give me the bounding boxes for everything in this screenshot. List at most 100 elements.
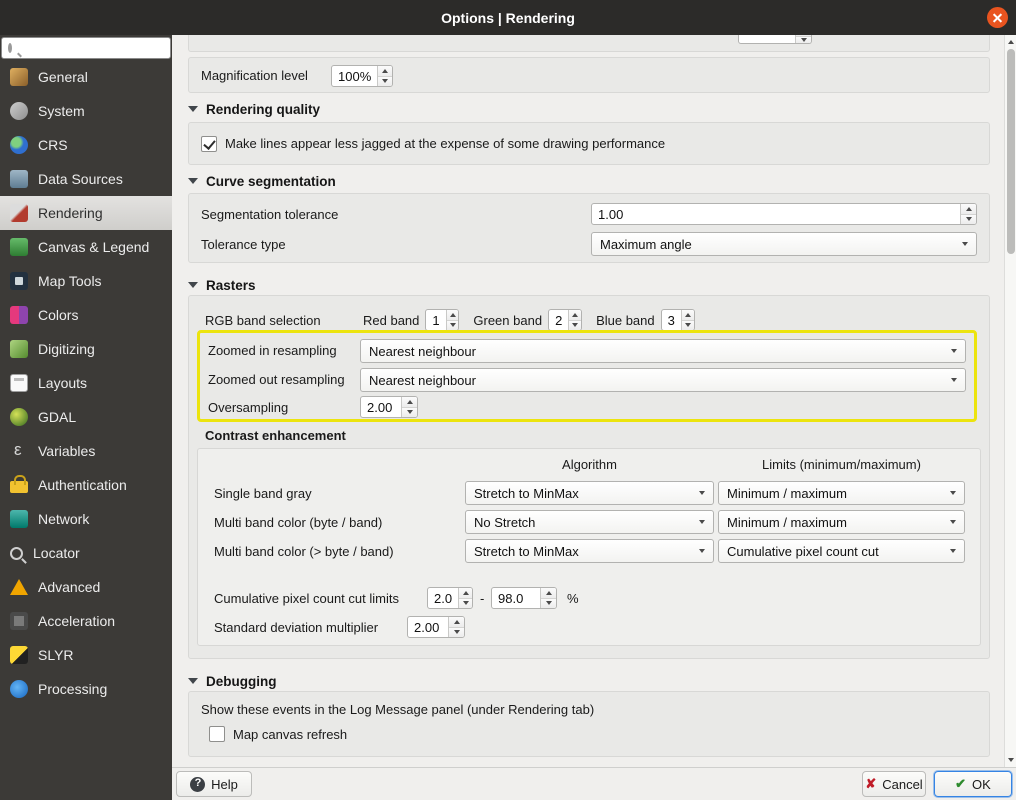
sidebar-item-processing[interactable]: Processing xyxy=(0,672,172,706)
settings-search-input[interactable] xyxy=(12,39,175,57)
scroll-down-icon[interactable] xyxy=(1005,754,1016,766)
chevron-down-icon xyxy=(691,491,713,495)
settings-search-box[interactable] xyxy=(1,37,175,59)
scrollbar-thumb[interactable] xyxy=(1007,49,1015,254)
sidebar-item-gdal[interactable]: GDAL xyxy=(0,400,172,434)
database-icon xyxy=(10,170,28,188)
scrolled-off-spinbox[interactable] xyxy=(738,35,812,44)
zoomed-out-resampling-dropdown[interactable]: Nearest neighbour xyxy=(360,368,966,392)
spin-down-icon[interactable] xyxy=(378,76,392,86)
spin-up-icon[interactable] xyxy=(446,310,459,321)
cumulative-max-spinbox[interactable]: 98.0 xyxy=(491,587,557,609)
gears-icon xyxy=(10,102,28,120)
paintbrush-icon xyxy=(10,204,28,222)
spinner-buttons[interactable] xyxy=(568,310,582,330)
sidebar-item-locator[interactable]: Locator xyxy=(0,536,172,570)
sidebar-item-system[interactable]: System xyxy=(0,94,172,128)
antialias-checkbox[interactable] xyxy=(201,135,217,152)
digitizing-icon xyxy=(10,340,28,358)
scroll-up-icon[interactable] xyxy=(1005,36,1016,48)
sidebar-item-map-tools[interactable]: Map Tools xyxy=(0,264,172,298)
map-canvas-refresh-checkbox[interactable] xyxy=(209,726,225,742)
collapse-arrow-icon[interactable] xyxy=(188,282,198,288)
section-debugging[interactable]: Debugging xyxy=(188,673,277,689)
vertical-scrollbar[interactable] xyxy=(1004,35,1016,767)
spin-up-icon[interactable] xyxy=(541,588,556,599)
window-titlebar[interactable]: Options | Rendering xyxy=(0,0,1016,35)
sidebar-item-general[interactable]: General xyxy=(0,60,172,94)
sidebar-item-advanced[interactable]: Advanced xyxy=(0,570,172,604)
sidebar-item-slyr[interactable]: SLYR xyxy=(0,638,172,672)
multi-band-byte-limits-dropdown[interactable]: Minimum / maximum xyxy=(718,510,965,534)
spin-down-icon[interactable] xyxy=(459,598,472,608)
lock-icon xyxy=(10,475,28,493)
spin-down-icon[interactable] xyxy=(449,627,464,637)
red-band-spinbox[interactable]: 1 xyxy=(425,309,460,331)
tolerance-type-dropdown[interactable]: Maximum angle xyxy=(591,232,977,256)
spin-up-icon[interactable] xyxy=(402,397,417,408)
oversampling-spinbox[interactable]: 2.00 xyxy=(360,396,418,418)
stddev-multiplier-spinbox[interactable]: 2.00 xyxy=(407,616,465,638)
single-band-gray-limits-dropdown[interactable]: Minimum / maximum xyxy=(718,481,965,505)
magnification-spinbox[interactable]: 100% xyxy=(331,65,393,87)
spinner-buttons[interactable] xyxy=(540,588,556,608)
ok-button[interactable]: OK xyxy=(934,771,1012,797)
cumulative-min-spinbox[interactable]: 2.0 xyxy=(427,587,473,609)
sidebar-item-digitizing[interactable]: Digitizing xyxy=(0,332,172,366)
sidebar-item-authentication[interactable]: Authentication xyxy=(0,468,172,502)
spin-up-icon[interactable] xyxy=(681,310,694,321)
range-separator: - xyxy=(480,591,485,606)
spin-down-icon[interactable] xyxy=(796,36,811,43)
spinner-buttons[interactable] xyxy=(680,310,694,330)
spin-down-icon[interactable] xyxy=(541,598,556,608)
spin-up-icon[interactable] xyxy=(449,617,464,628)
section-rendering-quality[interactable]: Rendering quality xyxy=(188,101,320,117)
cancel-button[interactable]: Cancel xyxy=(862,771,926,797)
collapse-arrow-icon[interactable] xyxy=(188,678,198,684)
tolerance-type-label: Tolerance type xyxy=(201,237,286,252)
spin-up-icon[interactable] xyxy=(378,66,392,77)
green-band-spinbox[interactable]: 2 xyxy=(548,309,583,331)
zoomed-in-resampling-dropdown[interactable]: Nearest neighbour xyxy=(360,339,966,363)
sidebar-item-network[interactable]: Network xyxy=(0,502,172,536)
sidebar-item-crs[interactable]: CRS xyxy=(0,128,172,162)
sidebar-item-layouts[interactable]: Layouts xyxy=(0,366,172,400)
close-button[interactable] xyxy=(987,7,1008,28)
spinner-buttons[interactable] xyxy=(795,35,811,43)
spin-down-icon[interactable] xyxy=(402,407,417,417)
sidebar-item-variables[interactable]: Variables xyxy=(0,434,172,468)
spin-down-icon[interactable] xyxy=(681,320,694,330)
sidebar-item-canvas-legend[interactable]: Canvas & Legend xyxy=(0,230,172,264)
multi-band-gt-byte-limits-dropdown[interactable]: Cumulative pixel count cut xyxy=(718,539,965,563)
single-band-gray-label: Single band gray xyxy=(214,486,312,501)
single-band-gray-algorithm-dropdown[interactable]: Stretch to MinMax xyxy=(465,481,714,505)
multi-band-gt-byte-algorithm-dropdown[interactable]: Stretch to MinMax xyxy=(465,539,714,563)
gdal-globe-icon xyxy=(10,408,28,426)
spin-up-icon[interactable] xyxy=(569,310,582,321)
spin-up-icon[interactable] xyxy=(459,588,472,599)
spinner-buttons[interactable] xyxy=(448,617,464,637)
chevron-down-icon xyxy=(943,378,965,382)
spinner-buttons[interactable] xyxy=(401,397,417,417)
collapse-arrow-icon[interactable] xyxy=(188,106,198,112)
spin-up-icon[interactable] xyxy=(961,204,976,215)
sidebar-item-colors[interactable]: Colors xyxy=(0,298,172,332)
spinner-buttons[interactable] xyxy=(960,204,976,224)
section-rasters[interactable]: Rasters xyxy=(188,277,256,293)
spinner-buttons[interactable] xyxy=(445,310,459,330)
settings-sidebar: General System CRS Data Sources Renderin… xyxy=(0,35,175,800)
segmentation-tolerance-spinbox[interactable]: 1.00 xyxy=(591,203,977,225)
spin-down-icon[interactable] xyxy=(961,214,976,224)
sidebar-item-data-sources[interactable]: Data Sources xyxy=(0,162,172,196)
help-button[interactable]: Help xyxy=(176,771,252,797)
blue-band-spinbox[interactable]: 3 xyxy=(660,309,695,331)
spin-down-icon[interactable] xyxy=(446,320,459,330)
spin-down-icon[interactable] xyxy=(569,320,582,330)
section-curve-segmentation[interactable]: Curve segmentation xyxy=(188,173,336,189)
sidebar-item-acceleration[interactable]: Acceleration xyxy=(0,604,172,638)
multi-band-byte-algorithm-dropdown[interactable]: No Stretch xyxy=(465,510,714,534)
spinner-buttons[interactable] xyxy=(377,66,392,86)
sidebar-item-rendering[interactable]: Rendering xyxy=(0,196,172,230)
spinner-buttons[interactable] xyxy=(458,588,472,608)
collapse-arrow-icon[interactable] xyxy=(188,178,198,184)
